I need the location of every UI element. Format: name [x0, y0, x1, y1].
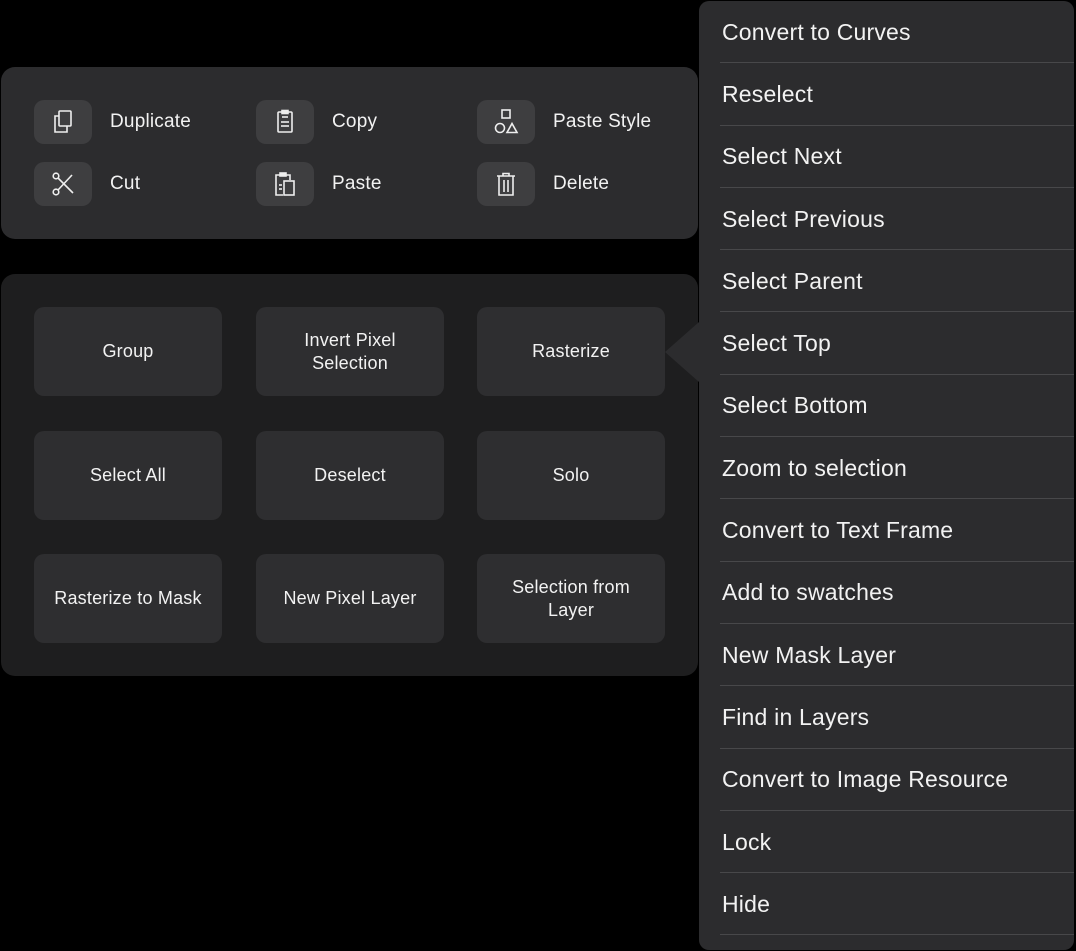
selection-from-layer-button[interactable]: Selection from Layer — [477, 554, 665, 643]
menu-item-select-parent[interactable]: Select Parent — [699, 250, 1074, 313]
copy-tile — [256, 100, 314, 144]
rasterize-submenu: Convert to Curves Reselect Select Next S… — [699, 1, 1074, 950]
menu-item-select-next[interactable]: Select Next — [699, 126, 1074, 189]
rasterize-button[interactable]: Rasterize — [477, 307, 665, 396]
layer-actions-panel: Group Invert Pixel Selection Rasterize S… — [1, 274, 698, 676]
rasterize-to-mask-button[interactable]: Rasterize to Mask — [34, 554, 222, 643]
copy-label: Copy — [332, 111, 378, 132]
menu-item-add-to-swatches[interactable]: Add to swatches — [699, 562, 1074, 625]
paste-button[interactable]: Paste — [256, 162, 382, 206]
menu-item-select-top[interactable]: Select Top — [699, 312, 1074, 376]
paste-style-label: Paste Style — [553, 111, 652, 132]
duplicate-tile — [34, 100, 92, 144]
duplicate-label: Duplicate — [110, 111, 192, 132]
menu-item-lock[interactable]: Lock — [699, 811, 1074, 874]
quick-actions-panel: Duplicate Copy Paste Style Cut Paste Del… — [1, 67, 698, 239]
cut-tile — [34, 162, 92, 206]
menu-item-convert-to-curves[interactable]: Convert to Curves — [699, 1, 1074, 64]
scissors-icon — [52, 172, 74, 196]
paste-icon — [275, 172, 295, 196]
menu-item-find-in-layers[interactable]: Find in Layers — [699, 686, 1074, 749]
menu-item-convert-to-image-resource[interactable]: Convert to Image Resource — [699, 749, 1074, 812]
duplicate-icon — [54, 110, 72, 133]
menu-item-zoom-to-selection[interactable]: Zoom to selection — [699, 437, 1074, 500]
delete-tile — [477, 162, 535, 206]
paste-label: Paste — [332, 173, 382, 194]
menu-item-select-bottom[interactable]: Select Bottom — [699, 375, 1074, 438]
shapes-icon — [494, 109, 519, 134]
new-pixel-layer-button[interactable]: New Pixel Layer — [256, 554, 444, 643]
menu-item-new-mask-layer[interactable]: New Mask Layer — [699, 624, 1074, 687]
paste-style-tile — [477, 100, 535, 144]
duplicate-button[interactable]: Duplicate — [34, 100, 191, 144]
paste-style-button[interactable]: Paste Style — [477, 100, 651, 144]
delete-label: Delete — [553, 173, 610, 194]
menu-item-reselect[interactable]: Reselect — [699, 63, 1074, 126]
trash-icon — [497, 172, 515, 196]
group-button[interactable]: Group — [34, 307, 222, 396]
menu-item-convert-to-text-frame[interactable]: Convert to Text Frame — [699, 499, 1074, 562]
popover-arrow — [665, 322, 699, 382]
invert-pixel-selection-button[interactable]: Invert Pixel Selection — [256, 307, 444, 396]
clipboard-icon — [277, 109, 293, 133]
solo-button[interactable]: Solo — [477, 431, 665, 520]
copy-button[interactable]: Copy — [256, 100, 377, 144]
cut-button[interactable]: Cut — [34, 162, 140, 206]
menu-item-hide[interactable]: Hide — [699, 873, 1074, 936]
cut-label: Cut — [110, 173, 141, 194]
menu-item-select-previous[interactable]: Select Previous — [699, 188, 1074, 251]
delete-button[interactable]: Delete — [477, 162, 609, 206]
paste-tile — [256, 162, 314, 206]
select-all-button[interactable]: Select All — [34, 431, 222, 520]
deselect-button[interactable]: Deselect — [256, 431, 444, 520]
